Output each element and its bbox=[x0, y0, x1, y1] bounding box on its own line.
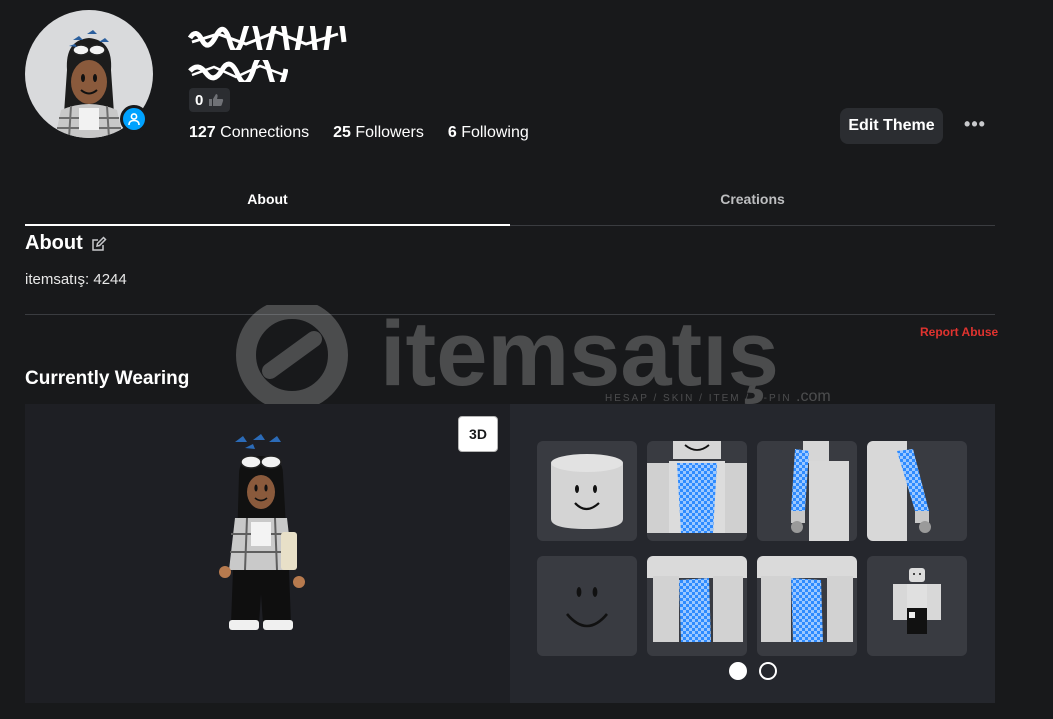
tab-about[interactable]: About bbox=[25, 180, 510, 226]
profile-tabs: About Creations bbox=[25, 180, 995, 226]
about-heading: About bbox=[25, 232, 107, 255]
sleeve-icon bbox=[791, 441, 849, 541]
item-head[interactable] bbox=[537, 441, 637, 541]
connections-count: 127 bbox=[189, 124, 216, 141]
item-pants-left[interactable] bbox=[757, 556, 857, 656]
pants-icon bbox=[757, 556, 857, 642]
likes-count: 0 bbox=[195, 91, 204, 109]
following-stat[interactable]: 6 Following bbox=[448, 124, 529, 142]
thumbs-up-icon bbox=[209, 94, 224, 106]
item-left-sleeve[interactable] bbox=[867, 441, 967, 541]
item-shirt[interactable] bbox=[647, 441, 747, 541]
item-outfit[interactable] bbox=[867, 556, 967, 656]
carousel-dot-2[interactable] bbox=[759, 662, 777, 680]
followers-count: 25 bbox=[333, 124, 351, 141]
username-redacted bbox=[188, 60, 288, 82]
likes-chip[interactable]: 0 bbox=[189, 88, 231, 112]
head-icon bbox=[551, 454, 623, 529]
edit-icon[interactable] bbox=[91, 235, 107, 252]
avatar-viewer[interactable]: 3D bbox=[25, 404, 511, 703]
item-pants-right[interactable] bbox=[647, 556, 747, 656]
connections-stat[interactable]: 127 Connections bbox=[189, 124, 309, 142]
more-options-icon: ••• bbox=[964, 113, 986, 134]
report-abuse-link[interactable]: Report Abuse bbox=[920, 325, 998, 339]
worn-items-panel bbox=[510, 404, 995, 703]
display-name-redacted bbox=[188, 26, 348, 50]
tab-creations[interactable]: Creations bbox=[510, 180, 995, 225]
following-label: Following bbox=[461, 124, 529, 141]
user-icon bbox=[128, 113, 140, 126]
about-divider bbox=[25, 314, 995, 315]
sleeve-icon bbox=[867, 441, 931, 541]
shirt-icon bbox=[647, 441, 747, 533]
item-right-sleeve[interactable] bbox=[757, 441, 857, 541]
following-count: 6 bbox=[447, 124, 457, 141]
toggle-3d-button[interactable]: 3D bbox=[458, 416, 498, 452]
followers-stat[interactable]: 25 Followers bbox=[333, 124, 424, 142]
outfit-figure-icon bbox=[893, 568, 941, 634]
profile-avatar[interactable] bbox=[25, 10, 153, 138]
about-heading-text: About bbox=[25, 232, 83, 254]
about-description: itemsatış: 4244 bbox=[25, 271, 127, 288]
item-face[interactable] bbox=[537, 556, 637, 656]
watermark-suffix: .com bbox=[796, 388, 831, 405]
edit-theme-button[interactable]: Edit Theme bbox=[840, 108, 943, 144]
smile-face-icon bbox=[566, 587, 608, 628]
more-options-button[interactable]: ••• bbox=[960, 110, 990, 138]
currently-wearing-heading: Currently Wearing bbox=[25, 368, 190, 389]
followers-label: Followers bbox=[355, 124, 424, 141]
avatar-figure bbox=[219, 434, 305, 630]
online-status-badge bbox=[120, 105, 148, 133]
watermark-brand: itemsatış bbox=[380, 305, 779, 405]
profile-stats: 127 Connections 25 Followers 6 Following bbox=[189, 124, 529, 142]
watermark-logo: itemsatış HESAP / SKIN / ITEM / E-PIN .c… bbox=[220, 299, 840, 415]
carousel-dot-1[interactable] bbox=[729, 662, 747, 680]
pants-icon bbox=[647, 556, 747, 642]
watermark-tagline: HESAP / SKIN / ITEM / E-PIN bbox=[605, 393, 792, 404]
connections-label: Connections bbox=[220, 124, 310, 141]
